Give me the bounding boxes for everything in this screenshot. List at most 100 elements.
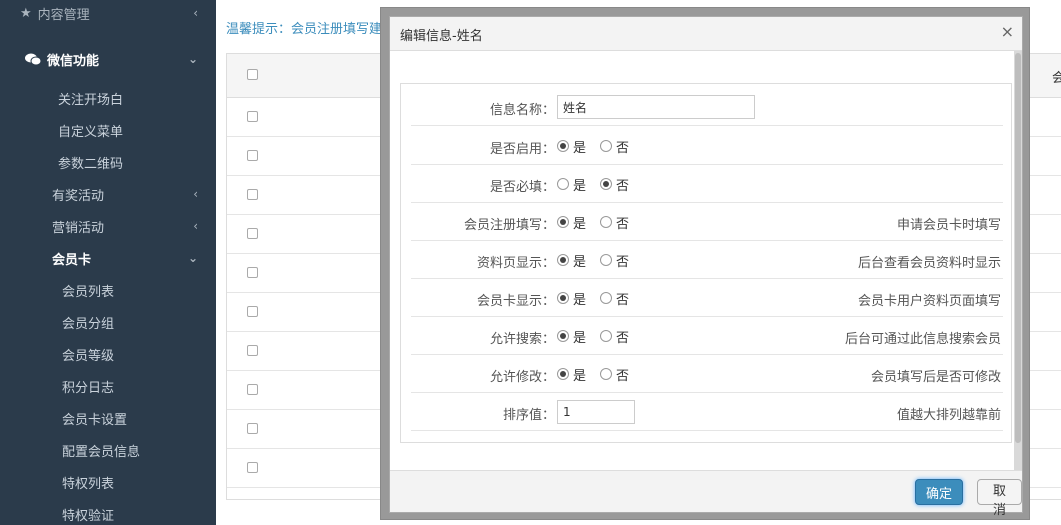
sidebar-item-label: 会员等级 — [62, 348, 115, 364]
card-yes-radio[interactable]: 是 — [557, 289, 586, 308]
edit-dialog: 编辑信息-姓名 × 信息名称： 是否启用： 是 否 是否必填： — [380, 7, 1030, 520]
sidebar-item-member-card[interactable]: 会员卡 ⌄ — [0, 242, 216, 274]
sidebar-item-privilege-verify[interactable]: 特权验证 — [0, 498, 216, 525]
field-hint: 申请会员卡时填写 — [896, 218, 1001, 233]
sidebar-item-label: 自定义菜单 — [58, 124, 124, 140]
field-label: 是否必填： — [489, 180, 555, 195]
sidebar-item-member-level[interactable]: 会员等级 — [0, 338, 216, 370]
dialog-window: 编辑信息-姓名 × 信息名称： 是否启用： 是 否 是否必填： — [389, 16, 1023, 518]
confirm-button[interactable]: 确定 — [915, 479, 964, 505]
sidebar-item-marketing[interactable]: 营销活动 ‹ — [0, 210, 216, 242]
edit-yes-radio[interactable]: 是 — [557, 365, 586, 384]
radio-label: 否 — [616, 292, 630, 308]
required-no-radio[interactable]: 否 — [600, 175, 629, 194]
row-checkbox[interactable] — [247, 423, 258, 434]
chevron-down-icon: ⌄ — [187, 52, 198, 66]
card-no-radio[interactable]: 否 — [600, 289, 629, 308]
dialog-header: 编辑信息-姓名 × — [390, 17, 1022, 51]
form-row-register: 会员注册填写： 是 否 申请会员卡时填写 — [411, 203, 1003, 241]
profile-no-radio[interactable]: 否 — [600, 251, 629, 270]
form-row-edit: 允许修改： 是 否 会员填写后是否可修改 — [411, 355, 1003, 393]
sidebar: ★ 内容管理 ‹ 微信功能 ⌄ 关注开场白 自定义菜单 参数二维码 有奖活动 ‹… — [0, 0, 216, 525]
field-hint: 值越大排列越靠前 — [896, 408, 1001, 423]
row-checkbox[interactable] — [247, 228, 258, 239]
dialog-scrollbar[interactable] — [1014, 51, 1022, 479]
register-yes-radio[interactable]: 是 — [557, 213, 586, 232]
chevron-left-icon: ‹ — [193, 187, 198, 201]
radio-label: 是 — [573, 254, 587, 270]
sidebar-item-prize[interactable]: 有奖活动 ‹ — [0, 178, 216, 210]
sidebar-item-card-settings[interactable]: 会员卡设置 — [0, 402, 216, 434]
row-checkbox[interactable] — [247, 150, 258, 161]
radio-dot — [600, 216, 613, 228]
sidebar-item-custom-menu[interactable]: 自定义菜单 — [0, 114, 216, 146]
form-row-search: 允许搜索： 是 否 后台可通过此信息搜索会员 — [411, 317, 1003, 355]
radio-label: 是 — [573, 178, 587, 194]
search-no-radio[interactable]: 否 — [600, 327, 629, 346]
sidebar-item-label: 会员列表 — [62, 284, 115, 300]
sidebar-item-qrcode[interactable]: 参数二维码 — [0, 146, 216, 178]
row-checkbox[interactable] — [247, 267, 258, 278]
dialog-footer: 确定 取消 — [390, 470, 1022, 518]
sidebar-item-points-log[interactable]: 积分日志 — [0, 370, 216, 402]
sidebar-item-privilege-list[interactable]: 特权列表 — [0, 466, 216, 498]
scrollbar-thumb[interactable] — [1015, 53, 1021, 443]
enabled-yes-radio[interactable]: 是 — [557, 137, 586, 156]
star-icon: ★ — [20, 5, 32, 21]
row-checkbox[interactable] — [247, 462, 258, 473]
chevron-left-icon: ‹ — [193, 6, 198, 20]
row-checkbox[interactable] — [247, 189, 258, 200]
radio-label: 是 — [573, 330, 587, 346]
field-control: 是 否 — [557, 279, 643, 317]
sidebar-item-label: 关注开场白 — [58, 92, 124, 108]
row-checkbox[interactable] — [247, 384, 258, 395]
sort-input[interactable] — [557, 400, 635, 424]
radio-dot — [600, 254, 613, 266]
form-row-name: 信息名称： — [411, 88, 1003, 126]
row-checkbox[interactable] — [247, 111, 258, 122]
radio-label: 是 — [573, 368, 587, 384]
sidebar-item-label: 会员分组 — [62, 316, 115, 332]
sidebar-item-label: 有奖活动 — [52, 188, 105, 204]
sidebar-item-label: 内容管理 — [37, 7, 90, 23]
field-label: 会员卡显示： — [476, 294, 555, 309]
field-control — [557, 88, 755, 126]
enabled-no-radio[interactable]: 否 — [600, 137, 629, 156]
sidebar-item-member-group[interactable]: 会员分组 — [0, 306, 216, 338]
select-all-checkbox[interactable] — [247, 69, 258, 80]
radio-dot — [600, 292, 613, 304]
row-checkbox[interactable] — [247, 345, 258, 356]
sidebar-item-label: 特权列表 — [62, 476, 115, 492]
register-no-radio[interactable]: 否 — [600, 213, 629, 232]
radio-label: 是 — [573, 292, 587, 308]
field-control: 是 否 — [557, 127, 643, 165]
radio-dot — [557, 292, 569, 304]
sidebar-item-welcome[interactable]: 关注开场白 — [0, 82, 216, 114]
form-panel: 信息名称： 是否启用： 是 否 是否必填： 是 否 — [400, 83, 1012, 443]
sidebar-item-label: 营销活动 — [52, 220, 105, 236]
required-yes-radio[interactable]: 是 — [557, 175, 586, 194]
row-checkbox[interactable] — [247, 306, 258, 317]
sidebar-item-label: 配置会员信息 — [62, 444, 141, 460]
search-yes-radio[interactable]: 是 — [557, 327, 586, 346]
sidebar-item-wechat[interactable]: 微信功能 ⌄ — [0, 45, 216, 73]
sidebar-item-member-info-config[interactable]: 配置会员信息 — [0, 434, 216, 466]
name-input[interactable] — [557, 95, 755, 119]
profile-yes-radio[interactable]: 是 — [557, 251, 586, 270]
radio-label: 否 — [616, 178, 630, 194]
edit-no-radio[interactable]: 否 — [600, 365, 629, 384]
field-label: 信息名称： — [489, 103, 555, 118]
radio-label: 否 — [616, 368, 630, 384]
close-icon[interactable]: × — [1001, 22, 1014, 41]
radio-dot — [600, 368, 613, 380]
field-hint: 后台查看会员资料时显示 — [857, 256, 1001, 271]
form-row-enabled: 是否启用： 是 否 — [411, 127, 1003, 165]
radio-label: 是 — [573, 140, 587, 156]
form-row-required: 是否必填： 是 否 — [411, 165, 1003, 203]
chevron-left-icon: ‹ — [193, 219, 198, 233]
cancel-button[interactable]: 取消 — [977, 479, 1022, 518]
radio-label: 否 — [616, 254, 630, 270]
radio-dot — [557, 330, 569, 342]
sidebar-item-content[interactable]: ★ 内容管理 ‹ — [0, 0, 216, 26]
sidebar-item-member-list[interactable]: 会员列表 — [0, 274, 216, 306]
